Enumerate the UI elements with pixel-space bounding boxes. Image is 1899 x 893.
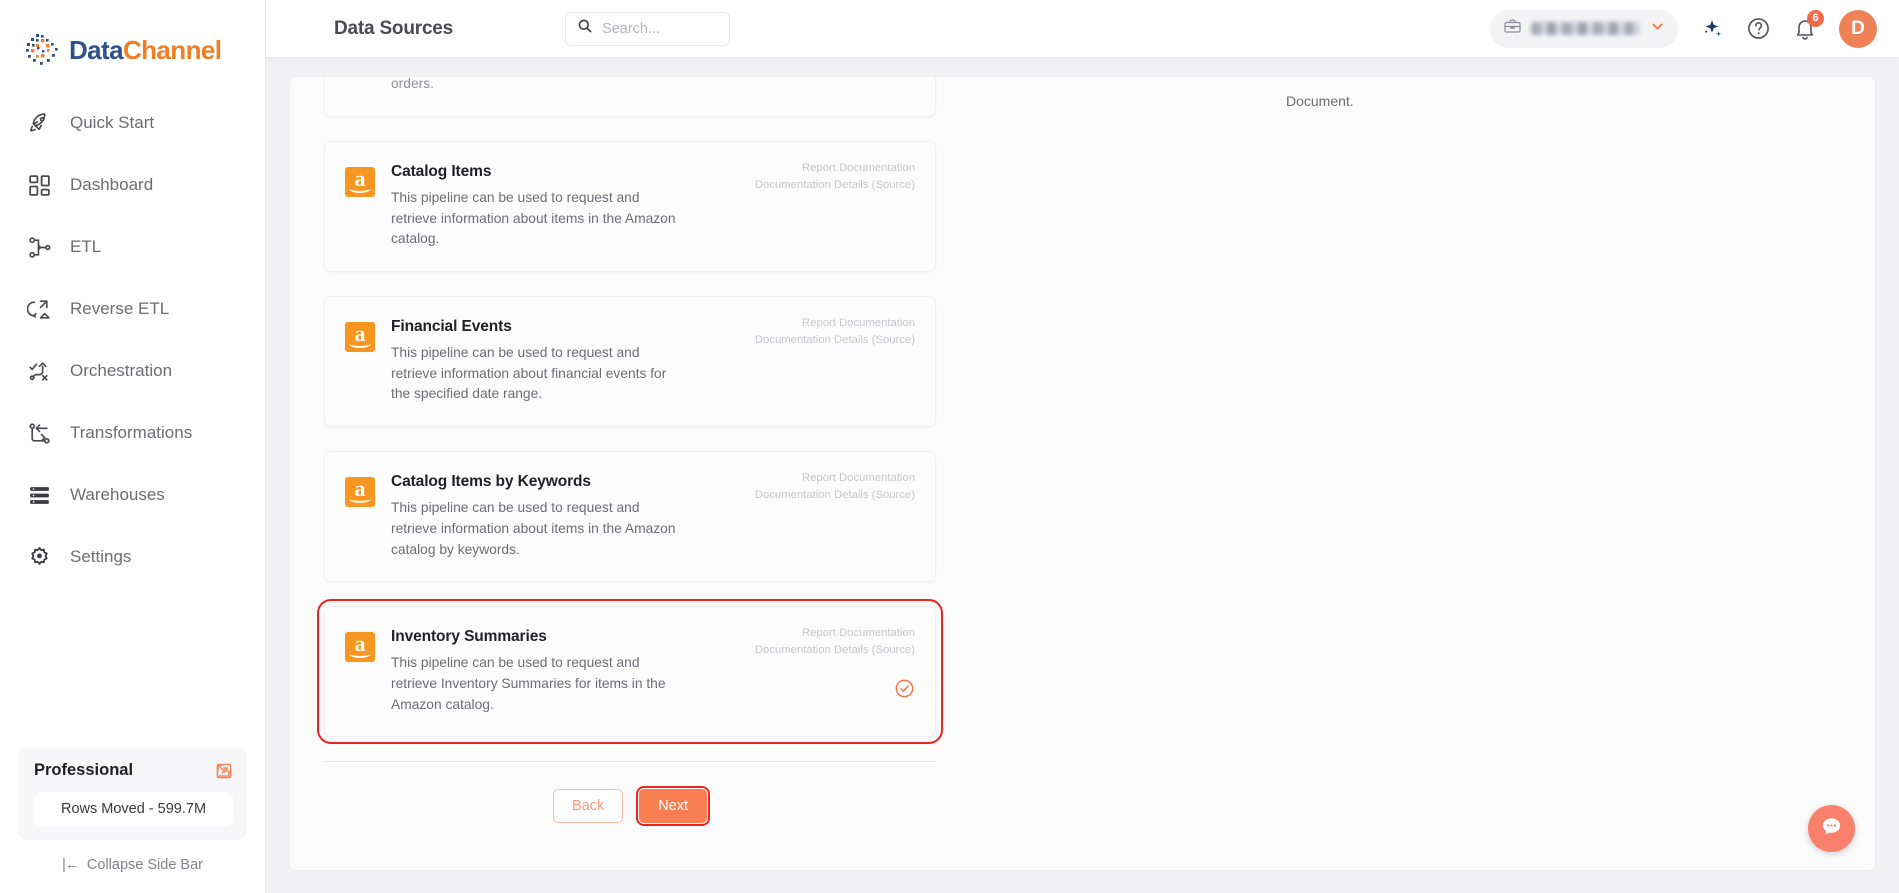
sidebar-item-settings[interactable]: Settings (0, 526, 265, 588)
warehouse-stack-icon (26, 482, 52, 508)
header-actions: 6 D (1490, 9, 1899, 48)
plan-name: Professional (34, 761, 134, 779)
chevron-down-icon (1649, 18, 1666, 40)
check-circle-icon[interactable] (894, 678, 915, 699)
sidebar-item-label: ETL (70, 237, 102, 256)
amazon-logo-icon: a (345, 631, 375, 663)
sidebar-item-quick-start[interactable]: Quick Start (0, 92, 265, 154)
page-title: Data Sources (334, 17, 454, 39)
sidebar-item-orchestration[interactable]: Orchestration (0, 340, 265, 402)
pipeline-card-catalog-items-by-keywords[interactable]: a Catalog Items by Keywords This pipelin… (324, 451, 936, 583)
report-documentation-link[interactable]: Report Documentation (802, 626, 915, 641)
sidebar-item-warehouses[interactable]: Warehouses (0, 464, 265, 526)
brand-name-first: Data (69, 34, 124, 65)
briefcase-icon (1503, 17, 1522, 41)
brand-logo[interactable]: DataChannel (0, 0, 265, 78)
sidebar-nav: Quick Start Dashboard ETL Reverse ETL Or… (0, 92, 265, 588)
next-button[interactable]: Next (636, 786, 711, 827)
sidebar-item-dashboard[interactable]: Dashboard (0, 154, 265, 216)
pipeline-description: This pipeline can be used to request and… (391, 345, 667, 402)
chat-bubble-icon (1819, 814, 1844, 844)
pipeline-doc-links: Report Documentation Documentation Detai… (755, 626, 915, 699)
sidebar-item-label: Orchestration (70, 361, 173, 380)
documentation-details-link[interactable]: Documentation Details (Source) (755, 488, 915, 503)
plan-card: Professional Rows Moved - 599.7M (18, 747, 247, 840)
pipeline-description: This pipeline can be used to request and… (391, 190, 676, 247)
documentation-details-link[interactable]: Documentation Details (Source) (755, 643, 915, 658)
help-circle-icon[interactable] (1746, 16, 1771, 41)
sidebar-item-label: Quick Start (70, 113, 155, 132)
rocket-icon (26, 110, 52, 136)
content-area: orders. a Catalog Items This pipeline ca… (266, 57, 1899, 893)
workspace-name-masked (1531, 22, 1640, 35)
reverse-etl-icon (26, 296, 52, 322)
sidebar-item-label: Dashboard (70, 175, 154, 194)
notification-badge: 6 (1807, 9, 1824, 27)
orchestration-icon (26, 358, 52, 384)
amazon-logo-icon: a (345, 166, 375, 197)
sidebar: DataChannel Quick Start Dashboard ETL Re… (0, 0, 266, 893)
search-input[interactable] (602, 20, 719, 37)
datachannel-globe-icon (22, 30, 62, 70)
back-button[interactable]: Back (552, 789, 624, 824)
search-box[interactable] (565, 11, 731, 46)
dashboard-grid-icon (26, 172, 52, 198)
footer-divider (324, 761, 936, 763)
amazon-logo-icon: a (345, 476, 375, 508)
etl-nodes-icon (26, 234, 52, 260)
detail-column: Document. (1208, 77, 1875, 870)
pipeline-doc-links: Report Documentation Documentation Detai… (755, 471, 915, 504)
sidebar-item-label: Warehouses (70, 485, 165, 504)
workspace-selector[interactable] (1490, 9, 1678, 48)
rows-moved-pill: Rows Moved - 599.7M (34, 792, 233, 826)
sparkle-icon[interactable] (1700, 17, 1724, 41)
pipeline-card-inventory-summaries[interactable]: a Inventory Summaries This pipeline can … (317, 599, 943, 745)
report-documentation-link[interactable]: Report Documentation (802, 161, 915, 176)
top-header: Data Sources Search... 6 D (266, 0, 1899, 57)
collapse-sidebar-button[interactable]: |← Collapse Side Bar (18, 856, 247, 879)
pipeline-card-financial-events[interactable]: a Financial Events This pipeline can be … (324, 296, 936, 428)
wizard-buttons: Back Next (324, 786, 936, 827)
pipeline-list-column: orders. a Catalog Items This pipeline ca… (290, 77, 1208, 870)
sidebar-footer: Professional Rows Moved - 599.7M |← Coll… (0, 747, 265, 893)
external-link-icon[interactable] (215, 762, 233, 780)
gear-icon (26, 544, 52, 570)
search-icon (577, 18, 593, 39)
detail-panel-text: Document. (1286, 93, 1354, 109)
avatar[interactable]: D (1839, 9, 1877, 48)
app-root: DataChannel Quick Start Dashboard ETL Re… (0, 0, 1899, 893)
chat-widget-button[interactable] (1808, 805, 1855, 852)
clipped-card-text: orders. (391, 77, 434, 92)
sidebar-item-label: Reverse ETL (70, 299, 170, 318)
sidebar-item-transformations[interactable]: Transformations (0, 402, 265, 464)
amazon-logo-icon: a (345, 321, 375, 353)
pipeline-list: orders. a Catalog Items This pipeline ca… (317, 77, 1208, 827)
pipeline-doc-links: Report Documentation Documentation Detai… (755, 316, 915, 349)
sidebar-item-label: Transformations (70, 423, 193, 442)
main-area: Data Sources Search... 6 D orders. a Cat… (266, 0, 1899, 893)
pipeline-card-catalog-items[interactable]: a Catalog Items This pipeline can be use… (324, 141, 936, 273)
collapse-arrow-icon: |← (62, 856, 80, 873)
brand-name-second: Channel (122, 34, 222, 65)
collapse-sidebar-label: Collapse Side Bar (86, 856, 203, 873)
sidebar-item-reverse-etl[interactable]: Reverse ETL (0, 278, 265, 340)
report-documentation-link[interactable]: Report Documentation (802, 316, 915, 331)
pipeline-doc-links: Report Documentation Documentation Detai… (755, 161, 915, 194)
documentation-details-link[interactable]: Documentation Details (Source) (755, 178, 915, 193)
sidebar-item-label: Settings (70, 547, 132, 566)
data-sources-panel: orders. a Catalog Items This pipeline ca… (289, 76, 1876, 871)
report-documentation-link[interactable]: Report Documentation (802, 471, 915, 486)
notification-bell-icon[interactable]: 6 (1793, 9, 1824, 41)
sidebar-item-etl[interactable]: ETL (0, 216, 265, 278)
pipeline-card-clipped[interactable]: orders. (324, 77, 936, 117)
pipeline-description: This pipeline can be used to request and… (391, 655, 666, 712)
brand-name: DataChannel (69, 34, 222, 66)
pipeline-description: This pipeline can be used to request and… (391, 500, 676, 557)
transformations-icon (26, 420, 52, 446)
documentation-details-link[interactable]: Documentation Details (Source) (755, 333, 915, 348)
